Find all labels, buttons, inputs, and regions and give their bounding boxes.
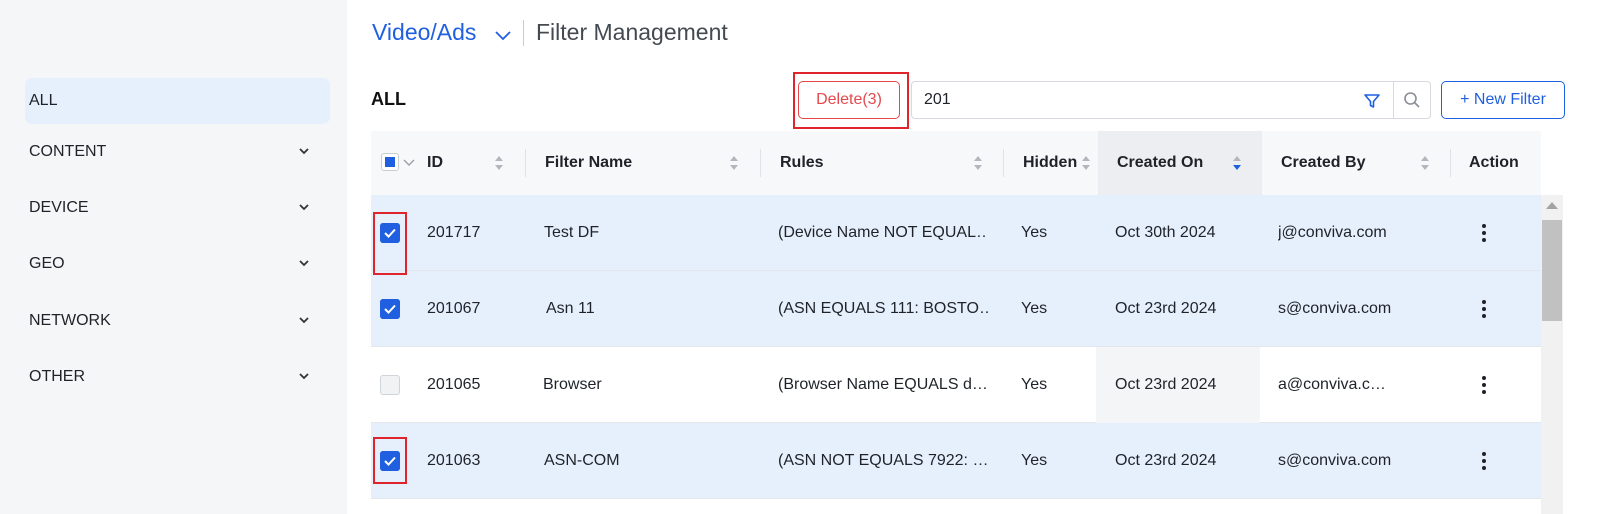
cell-filter-name: Test DF: [544, 224, 600, 241]
sidebar-item-label: CONTENT: [29, 143, 107, 160]
cell-rules: (ASN NOT EQUALS 7922: …: [778, 452, 988, 469]
table-row[interactable]: 201065 Browser (Browser Name EQUALS d… Y…: [371, 347, 1541, 423]
cell-filter-name: Asn 11: [546, 300, 595, 317]
row-checkbox[interactable]: [380, 299, 400, 319]
table-row[interactable]: 201717 Test DF (Device Name NOT EQUAL… Y…: [371, 195, 1541, 271]
column-header-id[interactable]: ID: [427, 131, 523, 195]
column-header-rules[interactable]: Rules: [780, 131, 980, 195]
sidebar-item-network[interactable]: NETWORK: [25, 298, 330, 344]
cell-rules: (Browser Name EQUALS d…: [778, 376, 988, 393]
delete-button[interactable]: Delete(3): [798, 81, 900, 119]
column-header-filter-name[interactable]: Filter Name: [545, 131, 745, 195]
scrollbar-thumb[interactable]: [1542, 220, 1562, 321]
cell-created-by: s@conviva.com: [1278, 300, 1392, 317]
more-vertical-icon[interactable]: [1481, 223, 1487, 243]
search-input[interactable]: 201: [911, 81, 1394, 119]
search-icon: [1404, 92, 1420, 108]
table-header: ID Filter Name Rules Hidden Created On C…: [371, 131, 1541, 195]
sort-icon[interactable]: [494, 155, 504, 171]
cell-created-on: Oct 23rd 2024: [1115, 300, 1217, 317]
sidebar: ALL CONTENT DEVICE GEO NETWORK OTHER: [0, 0, 347, 514]
sort-icon[interactable]: [1081, 155, 1091, 171]
cell-created-on: Oct 23rd 2024: [1096, 347, 1260, 423]
column-header-action: Action: [1469, 154, 1519, 171]
chevron-down-icon: [299, 260, 309, 267]
breadcrumb-link[interactable]: Video/Ads: [372, 19, 476, 46]
chevron-down-icon[interactable]: [493, 25, 513, 45]
sort-icon[interactable]: [729, 155, 739, 171]
select-all-checkbox[interactable]: [381, 153, 399, 171]
chevron-down-icon: [299, 148, 309, 155]
section-title: ALL: [371, 89, 406, 109]
table-row[interactable]: 201067 Asn 11 (ASN EQUALS 111: BOSTO… Ye…: [371, 271, 1541, 347]
cell-created-by: s@conviva.com: [1278, 452, 1392, 469]
search-button[interactable]: [1394, 81, 1431, 119]
cell-hidden: Yes: [1021, 376, 1048, 393]
sidebar-item-other[interactable]: OTHER: [25, 354, 330, 400]
chevron-down-icon[interactable]: [403, 157, 415, 169]
cell-id: 201065: [427, 376, 481, 393]
sidebar-item-label: OTHER: [29, 368, 85, 385]
sidebar-item-all[interactable]: ALL: [25, 78, 330, 124]
sort-descending-icon[interactable]: [1232, 155, 1242, 171]
chevron-down-icon: [299, 373, 309, 380]
page-title: Filter Management: [536, 19, 728, 45]
more-vertical-icon[interactable]: [1481, 451, 1487, 471]
cell-filter-name: ASN-COM: [544, 452, 620, 469]
cell-hidden: Yes: [1021, 300, 1048, 317]
sidebar-item-geo[interactable]: GEO: [25, 241, 330, 287]
cell-filter-name: Browser: [543, 376, 602, 393]
cell-id: 201063: [427, 452, 481, 469]
cell-rules: (ASN EQUALS 111: BOSTO…: [778, 300, 988, 317]
cell-id: 201067: [427, 300, 481, 317]
search-value: 201: [924, 91, 951, 108]
filters-table: ID Filter Name Rules Hidden Created On C…: [371, 131, 1541, 514]
more-vertical-icon[interactable]: [1481, 375, 1487, 395]
column-header-created-by[interactable]: Created By: [1281, 131, 1441, 195]
highlight-box: [373, 212, 407, 275]
filter-icon[interactable]: [1363, 92, 1381, 110]
chevron-down-icon: [299, 204, 309, 211]
more-vertical-icon[interactable]: [1481, 299, 1487, 319]
sidebar-item-device[interactable]: DEVICE: [25, 185, 330, 231]
table-row[interactable]: 201063 ASN-COM (ASN NOT EQUALS 7922: … Y…: [371, 423, 1541, 499]
sidebar-item-label: DEVICE: [29, 199, 89, 216]
cell-hidden: Yes: [1021, 452, 1048, 469]
sidebar-item-label: ALL: [29, 92, 58, 109]
main-content: Video/Ads Filter Management ALL Delete(3…: [347, 0, 1607, 514]
sort-icon[interactable]: [973, 155, 983, 171]
breadcrumb-divider: [523, 20, 524, 46]
scroll-up-arrow-icon[interactable]: [1546, 202, 1558, 209]
sidebar-item-label: GEO: [29, 255, 65, 272]
cell-rules: (Device Name NOT EQUAL…: [778, 224, 988, 241]
chevron-down-icon: [299, 317, 309, 324]
sidebar-item-content[interactable]: CONTENT: [25, 129, 330, 175]
cell-created-on: Oct 30th 2024: [1115, 224, 1216, 241]
cell-created-by: a@conviva.c…: [1278, 376, 1386, 393]
row-checkbox[interactable]: [380, 375, 400, 395]
cell-id: 201717: [427, 224, 481, 241]
new-filter-button[interactable]: + New Filter: [1441, 81, 1565, 119]
cell-hidden: Yes: [1021, 224, 1048, 241]
cell-created-on: Oct 23rd 2024: [1115, 452, 1217, 469]
sort-icon[interactable]: [1420, 155, 1430, 171]
cell-created-by: j@conviva.com: [1278, 224, 1387, 241]
sidebar-item-label: NETWORK: [29, 312, 111, 329]
highlight-box: [373, 437, 407, 484]
